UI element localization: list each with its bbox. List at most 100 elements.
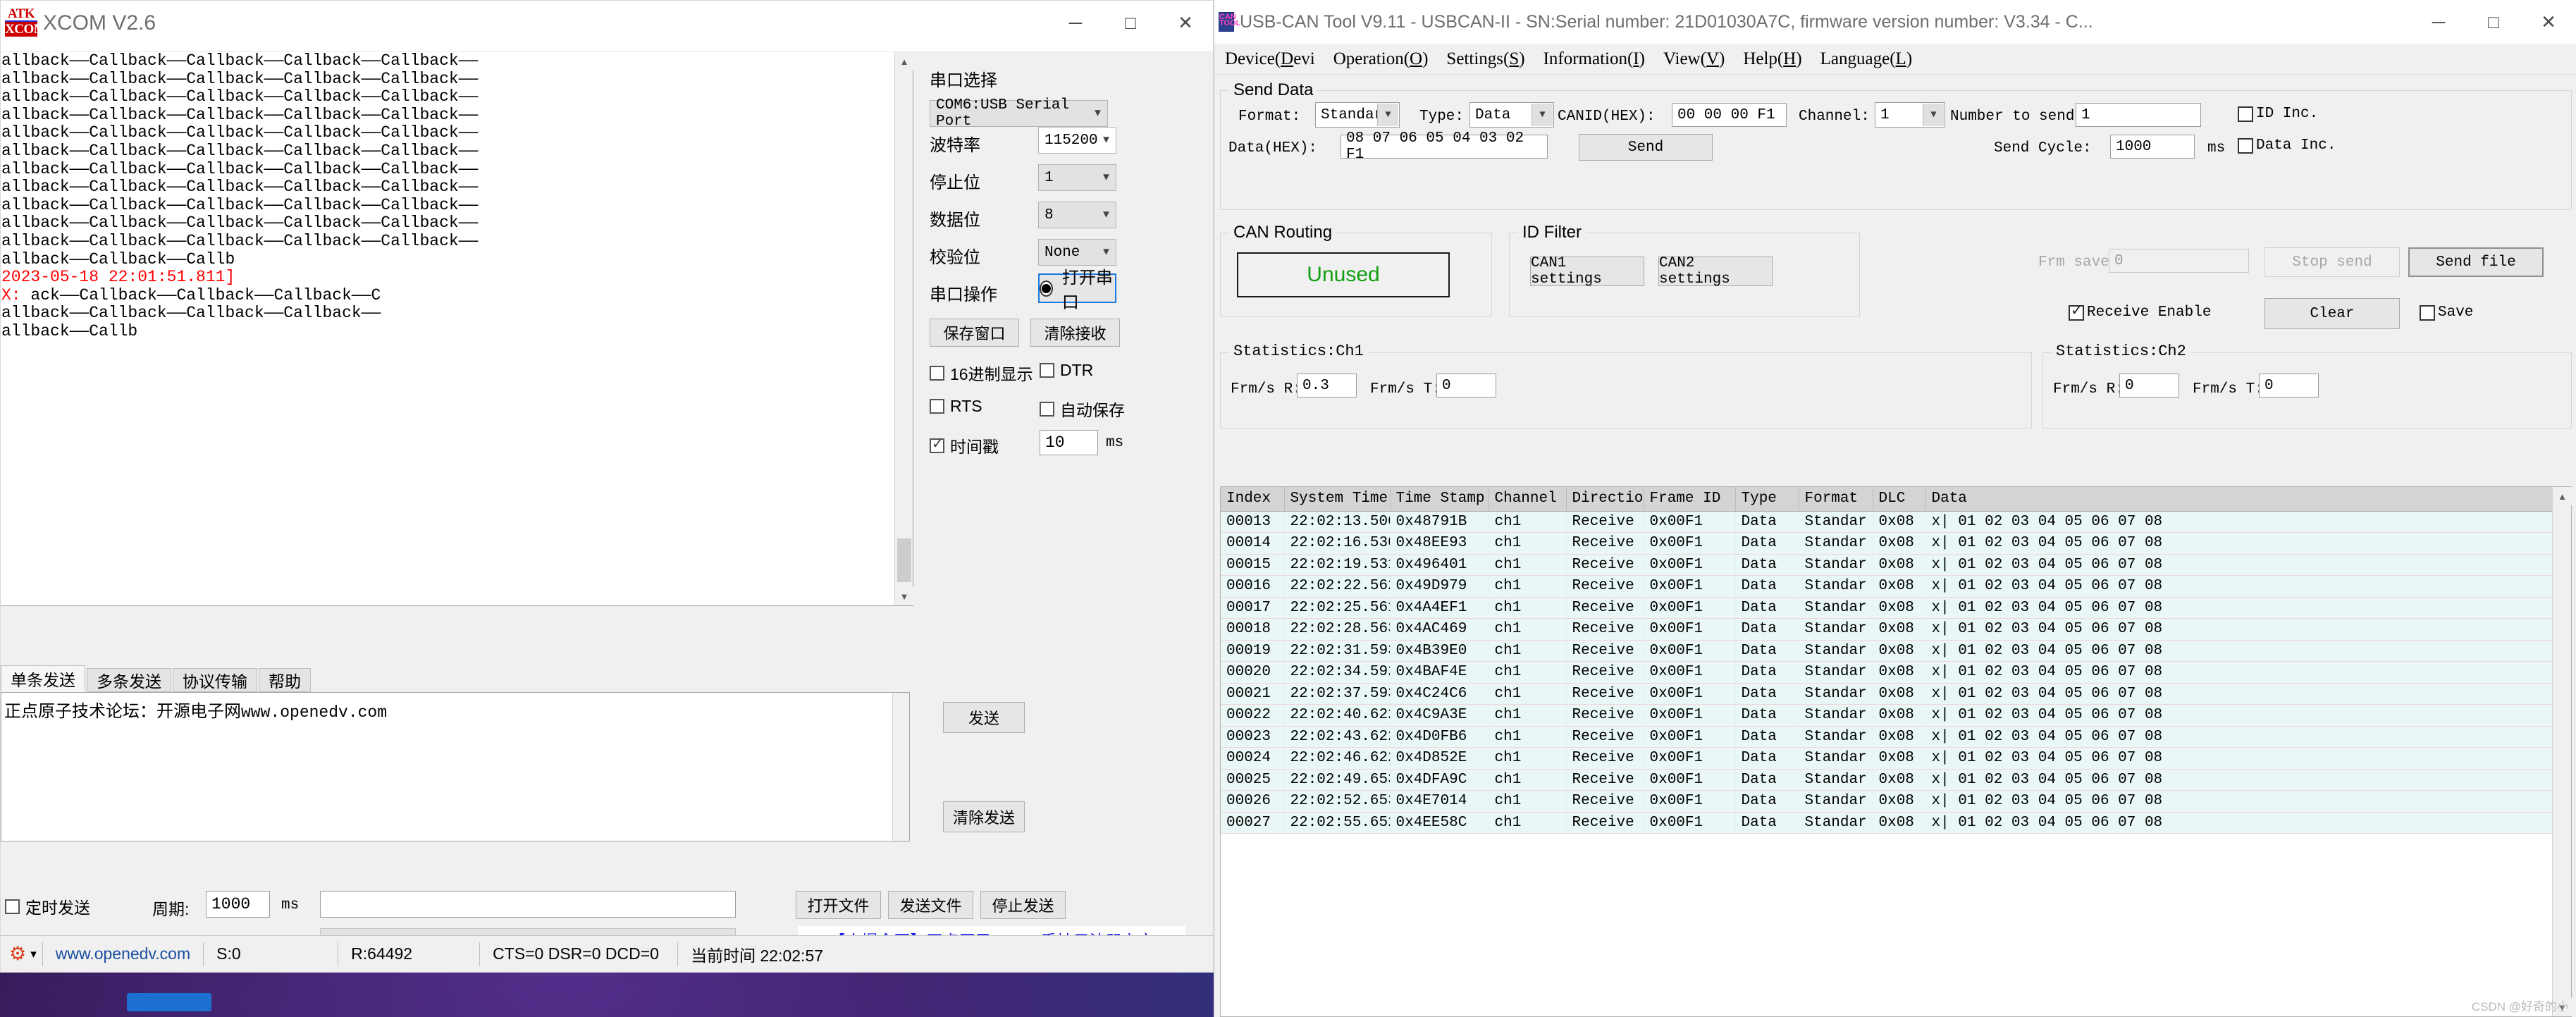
table-column-header[interactable]: Index <box>1221 487 1285 512</box>
clear-send-button[interactable]: 清除发送 <box>943 801 1025 832</box>
table-row[interactable]: 00022 22:02:40.622 0x4C9A3E ch1 Receive 0x00F… <box>1221 704 2553 727</box>
channel-dropdown[interactable]: 1 ▼ <box>1875 102 1945 128</box>
send-file-button[interactable]: Send file <box>2408 247 2544 277</box>
table-row[interactable]: 00027 22:02:55.652 0x4EE58C ch1 Receive 0x00F… <box>1221 812 2553 834</box>
menu-settings[interactable]: Settings(S) <box>1437 49 1534 69</box>
menu-help[interactable]: Help(H) <box>1734 49 1811 69</box>
taskbar-button[interactable] <box>127 993 211 1011</box>
data-hex-input[interactable]: 08 07 06 05 04 03 02 F1 <box>1341 130 1548 163</box>
autosave-checkbox[interactable]: 自动保存 <box>1040 397 1125 421</box>
scroll-up-icon[interactable]: ▲ <box>895 52 913 70</box>
file-path-input[interactable] <box>320 891 736 918</box>
tab-single-send[interactable]: 单条发送 <box>1 665 85 692</box>
data-inc-checkbox[interactable]: Data Inc. <box>2238 137 2336 154</box>
data-bits-dropdown[interactable]: 8 ▼ <box>1038 202 1116 228</box>
clear-button[interactable]: Clear <box>2264 298 2400 329</box>
table-column-header[interactable]: Data <box>1925 487 2553 512</box>
table-column-header[interactable]: Directio <box>1566 487 1644 512</box>
canid-input[interactable]: 00 00 00 F1 <box>1672 103 1787 127</box>
table-column-header[interactable]: Time Stamp <box>1390 487 1489 512</box>
scroll-down-icon[interactable]: ▼ <box>895 587 913 605</box>
table-row[interactable]: 00026 22:02:52.653 0x4E7014 ch1 Receive 0x00F… <box>1221 790 2553 813</box>
terminal-scrollbar[interactable]: ▲ ▼ <box>894 52 913 605</box>
timestamp-checkbox[interactable]: 时间戳 <box>930 433 999 457</box>
can-frame-table[interactable]: Index System Time Time Stamp Channel Directi… <box>1220 486 2572 1017</box>
rts-checkbox[interactable]: RTS <box>930 397 982 416</box>
table-row[interactable]: 00020 22:02:34.592 0x4BAF4E ch1 Receive 0x00F… <box>1221 661 2553 684</box>
can2-settings-button[interactable]: CAN2 settings <box>1658 255 1773 288</box>
terminal-output[interactable]: allback——Callback——Callback——Callback——C… <box>1 52 894 605</box>
timed-send-checkbox[interactable]: 定时发送 <box>5 894 90 918</box>
table-cell: 00021 <box>1221 683 1285 705</box>
send-cycle-input[interactable]: 1000 <box>2110 135 2195 159</box>
scrollbar-thumb[interactable] <box>897 538 911 582</box>
dtr-checkbox[interactable]: DTR <box>1040 361 1093 380</box>
tab-protocol-transfer[interactable]: 协议传输 <box>173 668 257 692</box>
menu-view[interactable]: View(V) <box>1654 49 1734 69</box>
tab-help[interactable]: 帮助 <box>259 668 311 692</box>
table-row[interactable]: 00021 22:02:37.593 0x4C24C6 ch1 Receive 0x00F… <box>1221 683 2553 705</box>
period-input[interactable]: 1000 <box>206 891 270 918</box>
open-serial-port-button[interactable]: 打开串口 <box>1038 269 1116 312</box>
table-column-header[interactable]: DLC <box>1873 487 1926 512</box>
number-to-send-input[interactable]: 1 <box>2076 103 2201 127</box>
format-dropdown[interactable]: Standard ▼ <box>1315 102 1400 128</box>
clear-receive-button[interactable]: 清除接收 <box>1030 319 1120 347</box>
can-routing-status[interactable]: Unused <box>1237 252 1450 297</box>
hex-display-checkbox[interactable]: 16进制显示 <box>930 361 1033 385</box>
table-row[interactable]: 00017 22:02:25.561 0x4A4EF1 ch1 Receive 0x00F… <box>1221 597 2553 619</box>
menu-language[interactable]: Language(L) <box>1811 49 1922 69</box>
maximize-icon[interactable]: □ <box>1103 1 1158 44</box>
baud-rate-dropdown[interactable]: 115200 ▼ <box>1038 127 1116 154</box>
table-row[interactable]: 00014 22:02:16.530 0x48EE93 ch1 Receive 0x00F… <box>1221 532 2553 555</box>
id-inc-checkbox[interactable]: ID Inc. <box>2238 106 2318 122</box>
table-row[interactable]: 00023 22:02:43.622 0x4D0FB6 ch1 Receive 0x00F… <box>1221 726 2553 748</box>
table-row[interactable]: 00018 22:02:28.563 0x4AC469 ch1 Receive 0x00F… <box>1221 618 2553 641</box>
stop-send-button[interactable]: 停止发送 <box>980 891 1066 919</box>
stats-ch1-group: Statistics:Ch1 Frm/s R: 0.3 Frm/s T: 0 <box>1220 343 2032 429</box>
scroll-up-icon[interactable]: ▲ <box>2553 487 2572 505</box>
tab-multi-send[interactable]: 多条发送 <box>87 668 171 692</box>
table-column-header[interactable]: Frame ID <box>1644 487 1736 512</box>
gear-icon[interactable]: ⚙ <box>9 943 26 965</box>
status-site[interactable]: www.openedv.com <box>43 944 203 963</box>
table-row[interactable]: 00015 22:02:19.531 0x496401 ch1 Receive 0x00F… <box>1221 554 2553 576</box>
menu-information[interactable]: Information(I) <box>1534 49 1654 69</box>
table-row[interactable]: 00025 22:02:49.653 0x4DFA9C ch1 Receive 0x00F… <box>1221 769 2553 791</box>
save-window-button[interactable]: 保存窗口 <box>930 319 1019 347</box>
table-column-header[interactable]: Channel <box>1489 487 1567 512</box>
can1-settings-button[interactable]: CAN1 settings <box>1530 255 1644 288</box>
receive-enable-checkbox[interactable]: Receive Enable <box>2069 302 2211 321</box>
menu-device[interactable]: Device(Devi <box>1216 49 1324 69</box>
send-file-button[interactable]: 发送文件 <box>888 891 973 919</box>
send-textarea[interactable]: 正点原子技术论坛：开源电子网www.openedv.com <box>1 692 910 842</box>
send-button[interactable]: 发送 <box>943 702 1025 733</box>
timestamp-interval-input[interactable]: 10 <box>1040 430 1098 455</box>
send-frame-button[interactable]: Send <box>1579 134 1713 161</box>
close-icon[interactable]: ✕ <box>2521 0 2576 44</box>
table-column-header[interactable]: Format <box>1799 487 1873 512</box>
parity-dropdown[interactable]: None ▼ <box>1038 239 1116 266</box>
minimize-icon[interactable]: ─ <box>1048 1 1103 44</box>
send-textarea-scrollbar[interactable] <box>892 693 909 841</box>
close-icon[interactable]: ✕ <box>1158 1 1213 44</box>
table-row[interactable]: 00013 22:02:13.500 0x48791B ch1 Receive 0x00F… <box>1221 511 2553 533</box>
table-column-header[interactable]: Type <box>1735 487 1799 512</box>
table-column-header[interactable]: System Time <box>1284 487 1391 512</box>
table-scrollbar[interactable]: ▲ ▼ <box>2552 487 2572 1016</box>
table-row[interactable]: 00016 22:02:22.562 0x49D979 ch1 Receive 0x00F… <box>1221 575 2553 598</box>
menu-operation[interactable]: Operation(O) <box>1324 49 1438 69</box>
chevron-down-icon[interactable]: ▾ <box>30 947 37 961</box>
maximize-icon[interactable]: □ <box>2466 0 2521 44</box>
table-row[interactable]: 00019 22:02:31.593 0x4B39E0 ch1 Receive 0x00F… <box>1221 640 2553 662</box>
stop-send-button[interactable]: Stop send <box>2264 247 2400 277</box>
stop-bits-dropdown[interactable]: 1 ▼ <box>1038 164 1116 191</box>
open-file-button[interactable]: 打开文件 <box>796 891 881 919</box>
save-checkbox[interactable]: Save <box>2420 304 2473 321</box>
table-cell: Data <box>1735 790 1799 813</box>
type-dropdown[interactable]: Data ▼ <box>1469 102 1554 128</box>
port-select-dropdown[interactable]: COM6:USB Serial Port ▼ <box>930 97 1108 130</box>
table-cell: Receive <box>1566 575 1644 598</box>
minimize-icon[interactable]: ─ <box>2411 0 2466 44</box>
table-row[interactable]: 00024 22:02:46.622 0x4D852E ch1 Receive 0x00F… <box>1221 747 2553 770</box>
